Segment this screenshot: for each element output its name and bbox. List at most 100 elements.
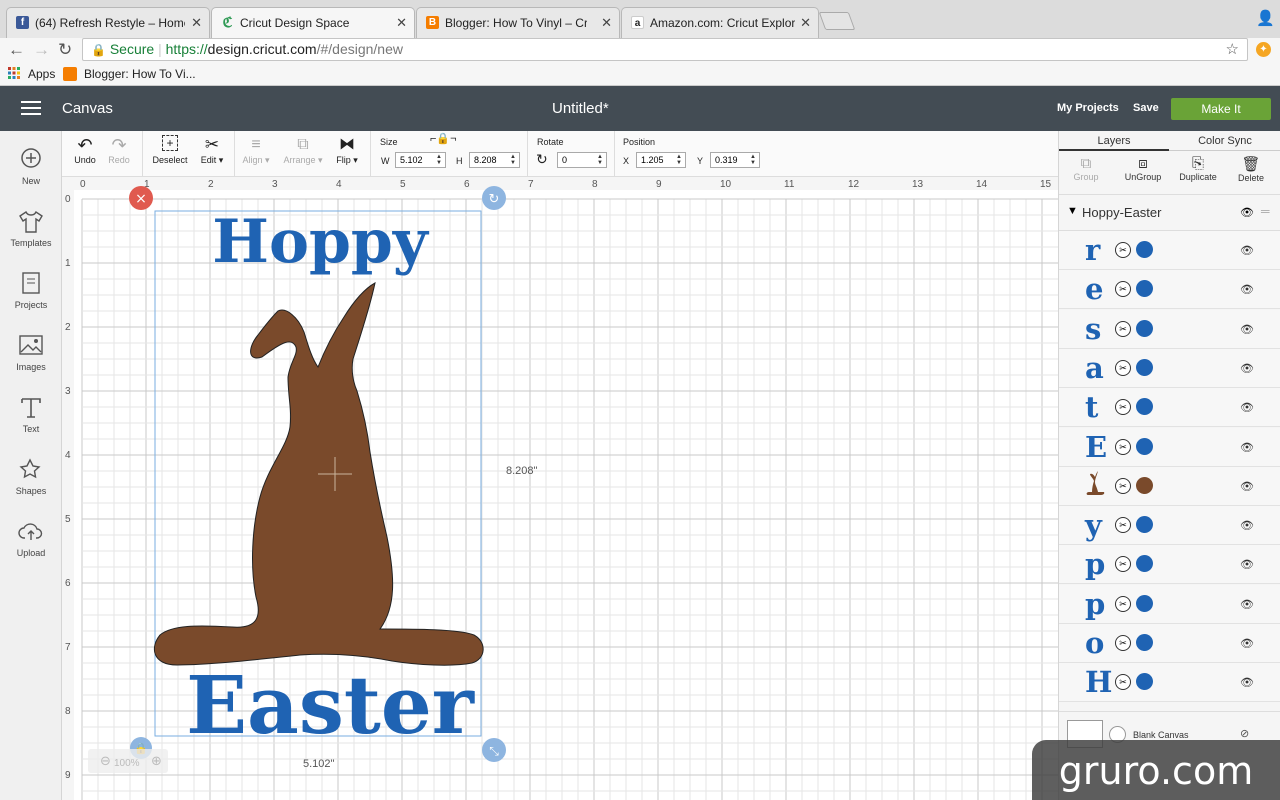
bookmark-star-icon[interactable]: ☆ xyxy=(1226,39,1239,60)
cut-operation-icon[interactable]: ✂ xyxy=(1115,635,1131,651)
forward-icon[interactable]: → xyxy=(33,40,50,60)
layer-row[interactable]: H ✂ 👁 xyxy=(1059,663,1280,703)
browser-tab[interactable]: f (64) Refresh Restyle – Home ✕ xyxy=(6,7,210,38)
eye-icon[interactable]: 👁 xyxy=(1240,244,1254,257)
layer-color-swatch[interactable] xyxy=(1136,516,1153,534)
layer-row[interactable]: p ✂ 👁 xyxy=(1059,584,1280,624)
eye-icon[interactable]: 👁 xyxy=(1240,676,1254,689)
hoppy-text[interactable]: Hoppy xyxy=(212,207,430,277)
layer-color-swatch[interactable] xyxy=(1136,358,1153,376)
cut-operation-icon[interactable]: ✂ xyxy=(1115,242,1131,258)
height-stepper-icon[interactable]: ▲ ▼ xyxy=(510,154,518,166)
back-icon[interactable]: ← xyxy=(8,40,25,60)
bookmark-blogger[interactable]: Blogger: How To Vi... xyxy=(84,67,196,81)
layer-color-swatch[interactable] xyxy=(1136,594,1153,612)
eye-icon[interactable]: 👁 xyxy=(1240,362,1254,375)
cut-operation-icon[interactable]: ✂ xyxy=(1115,399,1131,416)
eye-hidden-icon[interactable]: ⊘ xyxy=(1240,727,1249,740)
layer-row[interactable]: a ✂ 👁 xyxy=(1059,348,1280,388)
layer-row[interactable]: y ✂ 👁 xyxy=(1059,506,1280,546)
make-it-button[interactable]: Make It xyxy=(1171,98,1271,120)
rotate-input[interactable]: 0 ▲ ▼ xyxy=(557,152,607,168)
reload-icon[interactable]: ↻ xyxy=(58,40,72,60)
cut-operation-icon[interactable]: ✂ xyxy=(1115,438,1131,455)
layer-row[interactable]: t ✂ 👁 xyxy=(1059,388,1280,428)
rotate-stepper-icon[interactable]: ▲ ▼ xyxy=(597,154,605,166)
eye-icon[interactable]: 👁 xyxy=(1240,637,1254,650)
cut-operation-icon[interactable]: ✂ xyxy=(1115,281,1131,298)
sidebar-item-text[interactable]: Text xyxy=(0,395,62,434)
eye-icon[interactable]: 👁 xyxy=(1240,519,1254,532)
close-tab-icon[interactable]: ✕ xyxy=(800,15,811,31)
eye-icon[interactable]: 👁 xyxy=(1240,283,1254,296)
close-tab-icon[interactable]: ✕ xyxy=(601,15,612,31)
sidebar-item-new[interactable]: New xyxy=(0,147,62,186)
tab-layers[interactable]: Layers xyxy=(1059,131,1169,151)
sidebar-item-projects[interactable]: Projects xyxy=(0,271,62,310)
layer-color-swatch[interactable] xyxy=(1136,555,1153,573)
cut-operation-icon[interactable]: ✂ xyxy=(1115,320,1131,337)
cut-operation-icon[interactable]: ✂ xyxy=(1115,359,1131,376)
bookmark-apps[interactable]: Apps xyxy=(28,67,55,81)
browser-tab-active[interactable]: ℭ Cricut Design Space ✕ xyxy=(211,7,415,39)
layer-color-swatch[interactable] xyxy=(1136,319,1153,337)
layer-row[interactable]: s ✂ 👁 xyxy=(1059,309,1280,349)
tab-color-sync[interactable]: Color Sync xyxy=(1169,131,1280,151)
aspect-lock-icon[interactable]: ⌐🔒¬ xyxy=(430,132,457,145)
sidebar-item-upload[interactable]: Upload xyxy=(0,519,62,558)
hamburger-menu-icon[interactable] xyxy=(21,101,41,115)
arrange-button[interactable]: ⧉ Arrange ▾ xyxy=(280,135,326,166)
eye-icon[interactable]: 👁 xyxy=(1240,206,1254,219)
y-stepper-icon[interactable]: ▲ ▼ xyxy=(750,154,758,166)
y-position-input[interactable]: 0.319 ▲ ▼ xyxy=(710,152,760,168)
duplicate-button[interactable]: ⎘ Duplicate xyxy=(1174,155,1222,182)
zoom-out-icon[interactable]: ⊖ xyxy=(100,754,111,769)
x-stepper-icon[interactable]: ▲ ▼ xyxy=(676,154,684,166)
layer-color-swatch[interactable] xyxy=(1136,398,1153,416)
close-tab-icon[interactable]: ✕ xyxy=(191,15,202,31)
eye-icon[interactable]: 👁 xyxy=(1240,401,1254,414)
eye-icon[interactable]: 👁 xyxy=(1240,480,1254,493)
layer-row[interactable]: e ✂ 👁 xyxy=(1059,270,1280,310)
x-position-input[interactable]: 1.205 ▲ ▼ xyxy=(636,152,686,168)
flip-button[interactable]: ⧓ Flip ▾ xyxy=(332,135,362,166)
eye-icon[interactable]: 👁 xyxy=(1240,598,1254,611)
layer-color-swatch[interactable] xyxy=(1136,280,1153,298)
align-button[interactable]: ≡ Align ▾ xyxy=(238,135,274,166)
layer-color-swatch[interactable] xyxy=(1136,241,1153,258)
cut-operation-icon[interactable]: ✂ xyxy=(1115,674,1131,691)
address-bar[interactable]: 🔒 Secure | https://design.cricut.com/#/d… xyxy=(82,38,1248,61)
design-artwork[interactable]: Hoppy Easter × ↻ 🔒 ⤡ 8.208" 5.102" ⊖ 100… xyxy=(62,177,1058,800)
my-projects-link[interactable]: My Projects xyxy=(1057,102,1119,114)
layer-row[interactable]: o ✂ 👁 xyxy=(1059,624,1280,663)
layer-row[interactable]: p ✂ 👁 xyxy=(1059,545,1280,585)
chevron-down-icon[interactable]: ▼ xyxy=(1067,205,1078,217)
delete-button[interactable]: 🗑 Delete xyxy=(1231,155,1271,183)
eye-icon[interactable]: 👁 xyxy=(1240,558,1254,571)
close-tab-icon[interactable]: ✕ xyxy=(396,15,407,31)
height-input[interactable]: 8.208 ▲ ▼ xyxy=(469,152,520,168)
eye-icon[interactable]: 👁 xyxy=(1240,323,1254,336)
drag-handle-icon[interactable]: ═ xyxy=(1261,204,1270,218)
sidebar-item-templates[interactable]: Templates xyxy=(0,209,62,248)
save-button[interactable]: Save xyxy=(1133,102,1159,114)
undo-button[interactable]: ↶ Undo xyxy=(72,135,98,165)
new-tab-button[interactable] xyxy=(818,12,856,30)
browser-tab[interactable]: B Blogger: How To Vinyl – Creat ✕ xyxy=(416,7,620,38)
extension-icon[interactable]: ✦ xyxy=(1256,42,1271,57)
layer-row[interactable]: E ✂ 👁 xyxy=(1059,427,1280,467)
width-input[interactable]: 5.102 ▲ ▼ xyxy=(395,152,446,168)
cut-operation-icon[interactable]: ✂ xyxy=(1115,477,1131,494)
easter-text[interactable]: Easter xyxy=(186,658,475,752)
layer-row[interactable]: ✂ 👁 xyxy=(1059,466,1280,506)
layer-color-swatch[interactable] xyxy=(1136,437,1153,455)
redo-button[interactable]: ↷ Redo xyxy=(106,135,132,165)
apps-grid-icon[interactable] xyxy=(8,67,20,82)
sidebar-item-images[interactable]: Images xyxy=(0,333,62,372)
group-button[interactable]: ⧉ Group xyxy=(1066,155,1106,182)
cut-operation-icon[interactable]: ✂ xyxy=(1115,595,1131,612)
deselect-button[interactable]: + Deselect xyxy=(150,135,190,165)
eye-icon[interactable]: 👁 xyxy=(1240,441,1254,454)
browser-tab[interactable]: a Amazon.com: Cricut Explore A ✕ xyxy=(621,7,819,38)
layer-color-swatch[interactable] xyxy=(1136,476,1153,494)
